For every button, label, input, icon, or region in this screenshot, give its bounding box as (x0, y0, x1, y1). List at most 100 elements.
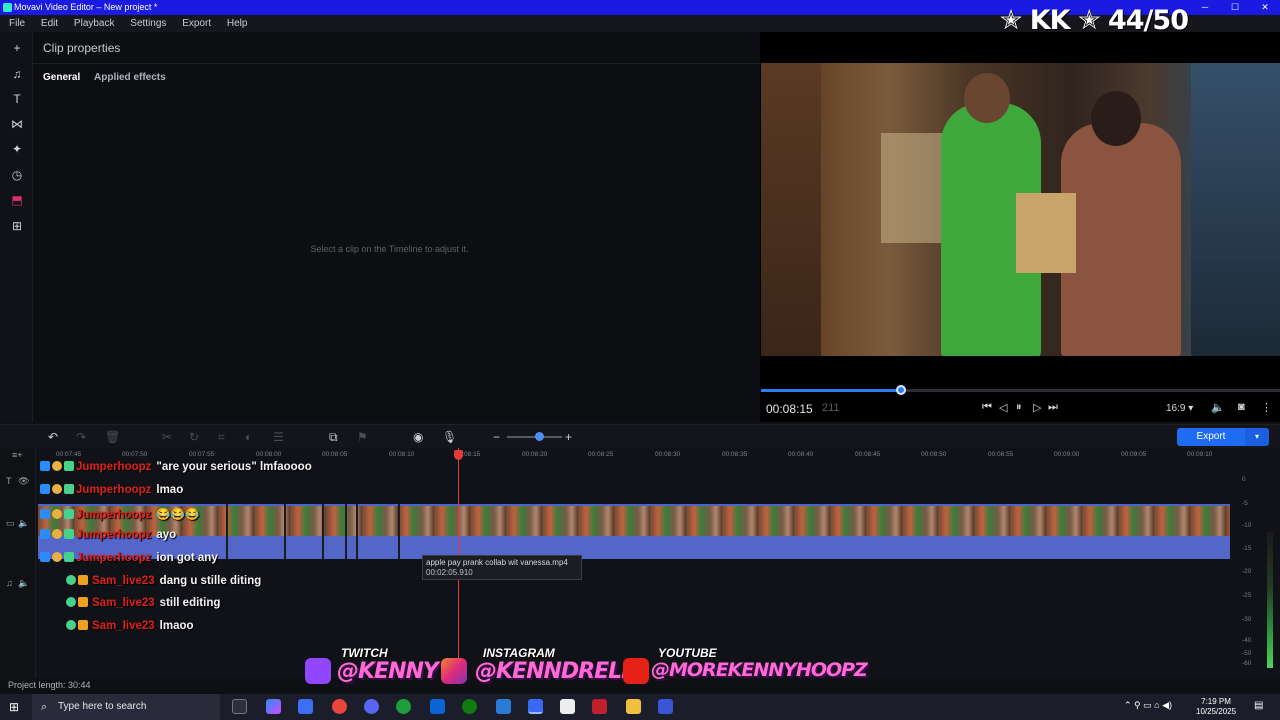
audio-mute-icon[interactable]: 🔈 (18, 578, 29, 589)
chat-badges (40, 461, 76, 473)
delete-icon[interactable]: 🗑 (105, 430, 120, 444)
copilot-icon[interactable] (266, 699, 281, 714)
capcut-icon[interactable] (560, 699, 575, 714)
chat-username: Sam_live23 (92, 620, 155, 632)
track-visibility-icon[interactable]: 👁 (18, 476, 29, 487)
task-view-icon[interactable] (232, 699, 247, 714)
menu-playback[interactable]: Playback (74, 18, 115, 29)
menu-file[interactable]: File (9, 18, 25, 29)
more-options-icon[interactable]: ⋮ (1261, 401, 1272, 414)
movavi-icon[interactable] (528, 699, 543, 714)
clip-properties-toolbar-icon[interactable]: ☰ (273, 430, 284, 444)
app-icon-blue[interactable] (496, 699, 511, 714)
titles-icon[interactable]: T (9, 91, 25, 107)
xbox-app-icon[interactable] (396, 699, 411, 714)
import-plus-icon[interactable]: + (9, 40, 25, 56)
scrubber-handle[interactable] (896, 385, 907, 395)
ruler-tick: 00:08:20 (522, 451, 548, 458)
more-tools-icon[interactable]: ⊞ (9, 218, 25, 234)
chat-badges (40, 509, 76, 521)
store-icon[interactable] (298, 699, 313, 714)
ruler-tick: 00:08:00 (256, 451, 282, 458)
close-icon[interactable]: ✕ (1250, 0, 1280, 15)
redo-icon[interactable]: ↷ (76, 430, 86, 444)
marker-icon[interactable]: ⚑ (357, 430, 368, 444)
export-button[interactable]: Export (1177, 428, 1245, 446)
record-webcam-icon[interactable]: ◉ (413, 430, 423, 444)
windows-start-icon[interactable]: ⊞ (9, 700, 19, 714)
file-explorer-icon[interactable] (626, 699, 641, 714)
chat-text: still editing (159, 597, 221, 609)
menu-export[interactable]: Export (182, 18, 211, 29)
video-clip[interactable] (38, 504, 1230, 536)
menu-edit[interactable]: Edit (41, 18, 58, 29)
time-ruler[interactable]: 00:07:45 00:07:50 00:07:55 00:08:00 00:0… (40, 448, 1230, 462)
meter-label: -50 (1242, 650, 1252, 657)
step-back-icon[interactable]: ◁ (999, 401, 1007, 414)
document-app-icon[interactable] (658, 699, 673, 714)
step-forward-icon[interactable]: ▷ (1033, 401, 1041, 414)
microphone-icon[interactable]: 🎙 (442, 430, 457, 444)
export-dropdown-icon[interactable]: ▾ (1245, 428, 1269, 446)
tab-general[interactable]: General (43, 72, 80, 83)
overlay-icon[interactable]: ⧉ (329, 430, 338, 445)
track-mute-icon[interactable]: 🔈 (18, 518, 29, 529)
chat-badges (66, 597, 92, 609)
person-left-head (964, 73, 1010, 123)
video-app-icon[interactable] (592, 699, 607, 714)
chat-username: Jumperhoopz (76, 529, 152, 541)
menu-help[interactable]: Help (227, 18, 248, 29)
zoom-out-icon[interactable]: − (493, 430, 500, 444)
pause-icon[interactable]: ⏸ (1016, 401, 1022, 414)
preview-panel: 00:08:15 211 ⏮ ◁ ⏸ ▷ ⏭ 16:9 ▾ 🔈 ◙ ⋮ (760, 32, 1280, 422)
maximize-icon[interactable]: ☐ (1220, 0, 1250, 15)
timeline-toolbar: ↶ ↷ 🗑 ✂ ↻ ⌗ ◐ ☰ ⧉ ⚑ ◉ 🎙 − + Export ▾ (0, 424, 1280, 448)
add-track-icon[interactable]: ≡+ (12, 450, 23, 460)
shelf-decor (761, 63, 821, 356)
tray-icons[interactable]: ⌃ ⚲ ▭ ⌂ ◀) (1124, 700, 1172, 711)
aspect-ratio-select[interactable]: 16:9 ▾ (1166, 403, 1193, 414)
ruler-tick: 00:08:45 (855, 451, 881, 458)
zoom-slider-handle[interactable] (535, 432, 544, 441)
menu-settings[interactable]: Settings (130, 18, 166, 29)
color-adjust-icon[interactable]: ◐ (245, 430, 252, 444)
skip-end-icon[interactable]: ⏭ (1048, 401, 1058, 414)
music-icon[interactable]: ♫ (9, 66, 25, 82)
speed-clock-icon[interactable]: ◷ (9, 167, 25, 183)
undo-icon[interactable]: ↶ (48, 430, 58, 444)
taskbar-clock[interactable]: 7:19 PM 10/25/2025 (1196, 697, 1236, 717)
split-icon[interactable]: ✂ (162, 430, 172, 444)
ruler-tick: 00:08:50 (921, 451, 947, 458)
snapshot-icon[interactable]: ◙ (1238, 401, 1245, 413)
taskbar-search[interactable]: ⌕ Type here to search (32, 694, 220, 720)
chrome-icon[interactable] (332, 699, 347, 714)
twitch-icon (305, 658, 331, 684)
notification-icon[interactable]: ▤ (1254, 700, 1263, 711)
rotate-icon[interactable]: ↻ (189, 430, 199, 444)
playback-scrubber[interactable] (761, 385, 1280, 395)
skip-start-icon[interactable]: ⏮ (982, 401, 992, 414)
volume-icon[interactable]: 🔈 (1211, 401, 1225, 414)
ruler-tick: 00:08:25 (588, 451, 614, 458)
chat-text: ayo (156, 529, 177, 541)
video-frame[interactable] (761, 63, 1280, 356)
empty-hint: Select a clip on the Timeline to adjust … (310, 244, 469, 254)
tab-applied-effects[interactable]: Applied effects (94, 72, 166, 83)
discord-icon[interactable] (364, 699, 379, 714)
outlook-icon[interactable] (430, 699, 445, 714)
zoom-in-icon[interactable]: + (565, 430, 572, 444)
xbox-icon[interactable] (462, 699, 477, 714)
chat-text: dang u stille diting (159, 575, 262, 587)
audio-track-icon: ♫ (6, 578, 13, 588)
clip-properties-icon[interactable]: ⬒ (9, 192, 25, 208)
playhead-handle[interactable] (454, 450, 463, 460)
effects-wand-icon[interactable]: ✦ (9, 141, 25, 157)
minimize-icon[interactable]: ─ (1190, 0, 1220, 15)
track-controls: ≡+ T 👁 ▭ 🔈 ♫ 🔈 (0, 448, 36, 678)
crop-icon[interactable]: ⌗ (218, 430, 225, 445)
person-right-head (1091, 91, 1141, 146)
chat-text: lmao (156, 484, 184, 496)
ruler-tick: 00:09:05 (1121, 451, 1147, 458)
ruler-tick: 00:08:35 (722, 451, 748, 458)
transitions-icon[interactable]: ⋈ (9, 116, 25, 132)
